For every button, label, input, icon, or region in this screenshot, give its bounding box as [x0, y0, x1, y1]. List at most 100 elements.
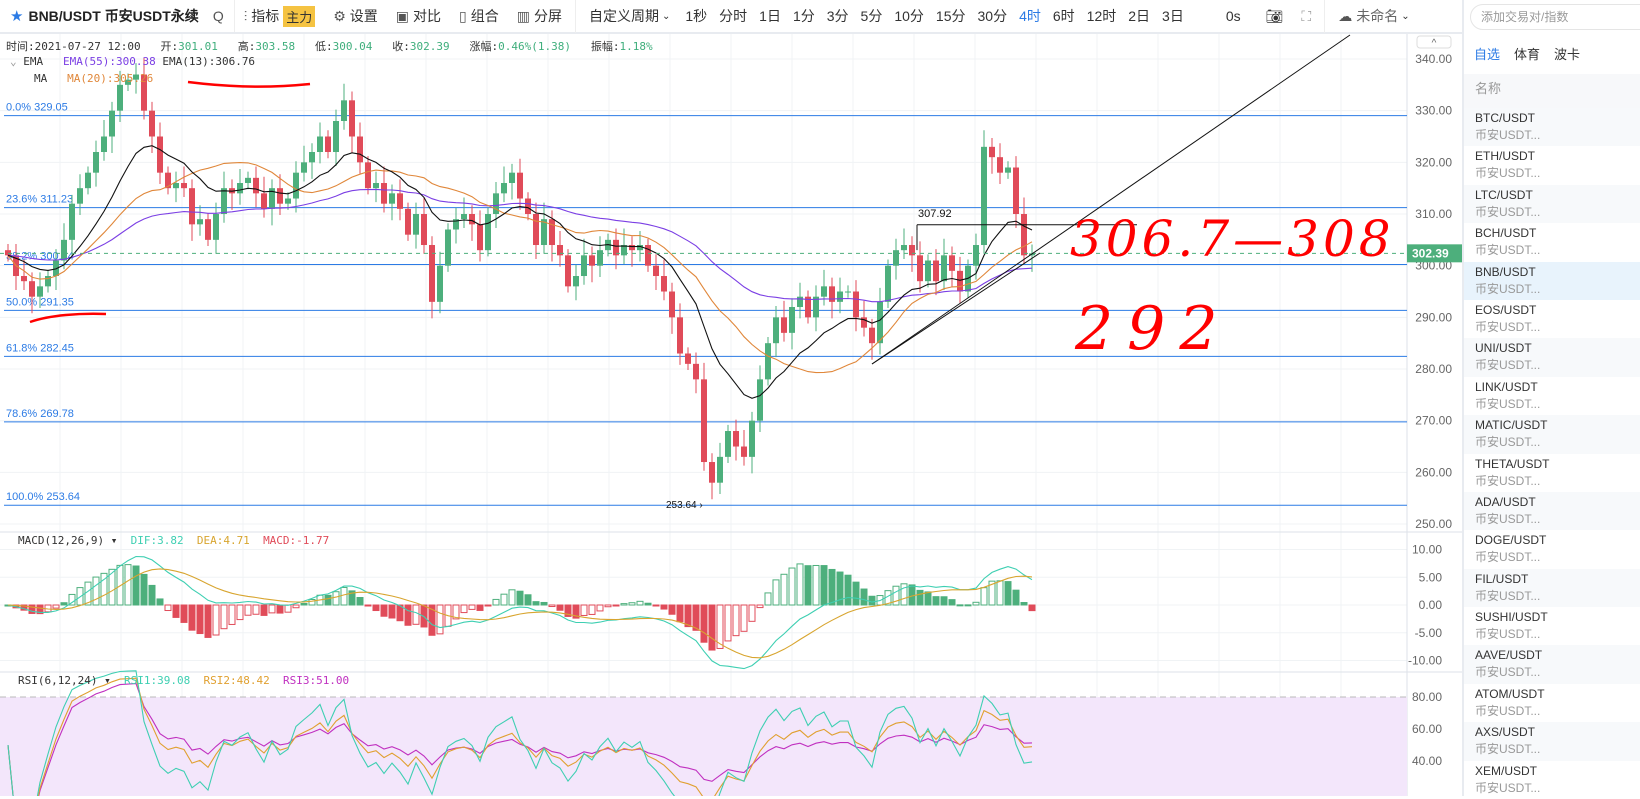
period-4[interactable]: 3分: [821, 6, 855, 26]
rsi3-value: RSI3:51.00: [282, 674, 350, 687]
camera-icon[interactable]: 📷︎: [1257, 8, 1293, 25]
search-icon[interactable]: Q: [213, 8, 224, 24]
chevron-down-icon: ⌄: [661, 10, 671, 22]
macd-bar: [540, 601, 548, 606]
period-2[interactable]: 1日: [753, 6, 787, 26]
custom-period-dropdown[interactable]: 自定义周期 ⌄: [580, 6, 679, 26]
handwritten-underline: [29, 312, 107, 324]
ema55-value: EMA(55):300.38: [63, 55, 156, 68]
watchlist-item[interactable]: LINK/USDT 币安USDT...: [1464, 377, 1640, 415]
pair-name: ATOM/USDT: [1475, 686, 1545, 701]
settings-button[interactable]: ⚙ 设置: [324, 6, 387, 26]
watchlist-item[interactable]: AAVE/USDT 币安USDT...: [1464, 645, 1640, 684]
rsi-legend[interactable]: RSI(6,12,24) ▾ RSI1:39.08 RSI2:48.42 RSI…: [18, 674, 349, 687]
candle-body: [573, 276, 579, 287]
macd-bar: [372, 604, 380, 612]
period-0[interactable]: 1秒: [679, 6, 713, 26]
candle-body: [837, 291, 843, 302]
watchlist-tab-2[interactable]: 波卡: [1554, 44, 1580, 74]
watchlist-item[interactable]: SUSHI/USDT 币安USDT...: [1464, 607, 1640, 645]
candle-body: [869, 327, 875, 344]
period-5[interactable]: 5分: [855, 6, 889, 26]
watchlist-item[interactable]: AXS/USDT 币安USDT...: [1464, 722, 1640, 761]
candle-body: [781, 317, 787, 333]
price-axis-label: 260.00: [1415, 465, 1452, 479]
candle-body: [997, 157, 1003, 173]
settings-label: 设置: [349, 8, 378, 24]
watchlist-item[interactable]: BCH/USDT 币安USDT...: [1464, 223, 1640, 261]
macd-legend[interactable]: MACD(12,26,9) ▾ DIF:3.82 DEA:4.71 MACD:-…: [18, 534, 329, 547]
split-screen-button[interactable]: ▥ 分屏: [508, 6, 571, 26]
candle-body: [477, 224, 483, 251]
period-7[interactable]: 15分: [930, 6, 972, 26]
watchlist-sidebar: 添加交易对/指数 自选 体育 波卡 名称 BTC/USDT 币安USDT... ETH/…: [1462, 0, 1640, 796]
watchlist-item[interactable]: LTC/USDT 币安USDT...: [1464, 184, 1640, 224]
macd-bar: [476, 604, 484, 611]
pair-name: MATIC/USDT: [1475, 418, 1548, 433]
candle-body: [1013, 167, 1019, 215]
macd-bar: [388, 604, 396, 619]
rsi-axis-label: 80.00: [1412, 690, 1442, 704]
macd-bar: [596, 604, 604, 612]
period-1[interactable]: 分时: [713, 6, 753, 26]
candle-body: [845, 291, 851, 293]
watchlist-item[interactable]: BNB/USDT 币安USDT...: [1464, 261, 1640, 300]
ema-legend[interactable]: ⌄ EMA EMA(55):300.38 EMA(13):306.76: [10, 55, 255, 68]
combine-button[interactable]: ▯ 组合: [450, 6, 508, 26]
candle-body: [749, 420, 755, 457]
candle-body: [797, 296, 803, 308]
macd-bar: [412, 604, 420, 625]
candle-body: [109, 110, 115, 137]
period-13[interactable]: 3日: [1156, 6, 1190, 26]
macd-bar: [356, 597, 364, 606]
watchlist-item[interactable]: ETH/USDT 币安USDT...: [1464, 146, 1640, 184]
chevron-up-icon: ^: [1432, 38, 1437, 49]
candle-body: [733, 431, 739, 447]
watchlist-item[interactable]: BTC/USDT 币安USDT...: [1464, 108, 1640, 147]
symbol-selector[interactable]: ★ BNB/USDT 币安USDT永续 Q: [0, 0, 235, 32]
indicators-button[interactable]: ⫶ 指标 主力: [235, 5, 325, 27]
candle-body: [5, 250, 11, 256]
ma20-value: MA(20):305.26: [67, 72, 154, 85]
macd-axis-label: 5.00: [1419, 570, 1443, 584]
macd-bar: [796, 563, 804, 606]
period-3[interactable]: 1分: [787, 6, 821, 26]
watchlist-item[interactable]: THETA/USDT 币安USDT...: [1464, 454, 1640, 492]
watchlist-item[interactable]: UNI/USDT 币安USDT...: [1464, 338, 1640, 377]
macd-bar: [220, 604, 228, 630]
candle-body: [389, 193, 395, 204]
watchlist-tab-1[interactable]: 体育: [1514, 44, 1540, 74]
macd-bar: [860, 588, 868, 606]
candle-body: [101, 136, 107, 153]
macd-bar: [828, 568, 836, 606]
market-name: 币安USDT永续: [104, 8, 199, 24]
period-11[interactable]: 12时: [1081, 6, 1123, 26]
period-9[interactable]: 4时: [1013, 6, 1047, 26]
macd-bar: [268, 604, 276, 614]
star-icon[interactable]: ★: [10, 7, 23, 25]
watchlist-item[interactable]: EOS/USDT 币安USDT...: [1464, 300, 1640, 338]
watchlist-item[interactable]: ATOM/USDT 币安USDT...: [1464, 684, 1640, 722]
layout-save-button[interactable]: ☁ 未命名 ⌄: [1329, 6, 1418, 26]
period-12[interactable]: 2日: [1122, 6, 1156, 26]
candle-body: [765, 343, 771, 380]
high-value: 303.58: [255, 40, 296, 53]
watchlist-item[interactable]: FIL/USDT 币安USDT...: [1464, 568, 1640, 608]
candle-body: [421, 214, 427, 246]
watchlist-item[interactable]: MATIC/USDT 币安USDT...: [1464, 415, 1640, 454]
period-10[interactable]: 6时: [1047, 6, 1081, 26]
macd-bar: [604, 604, 612, 608]
watchlist-item[interactable]: ADA/USDT 币安USDT...: [1464, 491, 1640, 531]
candle-body: [333, 121, 339, 153]
fullscreen-icon[interactable]: ⛶: [1292, 8, 1320, 25]
chart-area[interactable]: 340.00 330.00 320.00 310.00 300.00 290.00 280.…: [0, 34, 1462, 799]
watchlist-item[interactable]: XEM/USDT 币安USDT...: [1464, 761, 1640, 799]
ma-legend[interactable]: MA MA(20):305.26: [34, 72, 153, 85]
period-8[interactable]: 30分: [972, 6, 1014, 26]
watchlist-tab-0[interactable]: 自选: [1474, 44, 1500, 74]
macd-bar: [332, 591, 340, 606]
compare-button[interactable]: ▣ 对比: [387, 6, 450, 26]
add-pair-search-input[interactable]: 添加交易对/指数: [1470, 4, 1640, 30]
watchlist-item[interactable]: DOGE/USDT 币安USDT...: [1464, 530, 1640, 568]
period-6[interactable]: 10分: [888, 6, 930, 26]
